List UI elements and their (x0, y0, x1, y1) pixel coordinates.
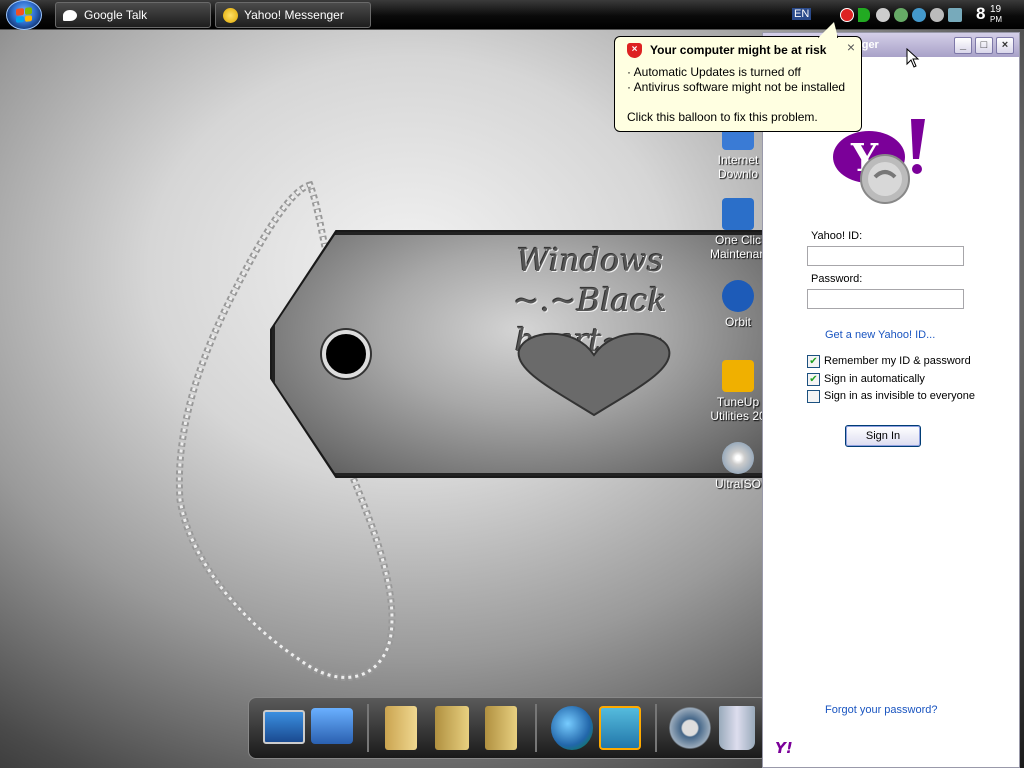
heart-icon (517, 332, 671, 417)
internet-globe-icon[interactable] (551, 706, 593, 750)
desktop-icon-label: UltraISO (714, 477, 761, 491)
invisible-label: Sign in as invisible to everyone (824, 390, 976, 402)
remember-label: Remember my ID & password (824, 355, 971, 367)
wallpaper-title-line1: Windows (516, 241, 664, 279)
desktop-icon-label: One Clic (714, 233, 761, 247)
dock (248, 697, 768, 759)
dock-separator (655, 704, 657, 752)
desktop-icon-orbit[interactable]: Orbit (708, 280, 768, 329)
desktop-icon-label: TuneUp (716, 395, 760, 409)
balloon-line: · Antivirus software might not be instal… (627, 80, 846, 94)
maximize-button[interactable]: □ (975, 37, 993, 54)
desktop-icon-ultraiso[interactable]: UltraISO (708, 442, 768, 491)
get-new-id-link[interactable]: Get a new Yahoo! ID... (825, 329, 935, 341)
my-pictures-folder-icon[interactable] (435, 706, 469, 750)
dock-separator (535, 704, 537, 752)
tag-hole (322, 330, 370, 378)
dock-separator (367, 704, 369, 752)
sign-in-button[interactable]: Sign In (845, 425, 921, 447)
desktop-icon-label: Internet (717, 153, 759, 167)
folder-icon[interactable] (385, 706, 417, 750)
balloon-title: Your computer might be at risk (650, 43, 827, 57)
ultraiso-icon (722, 442, 754, 474)
balloon-line: · Automatic Updates is turned off (627, 65, 801, 79)
minimize-button[interactable]: _ (954, 37, 972, 54)
my-music-folder-icon[interactable] (485, 706, 517, 750)
orbit-icon (722, 280, 754, 312)
close-button[interactable]: × (996, 37, 1014, 54)
password-input[interactable] (807, 289, 964, 309)
forgot-password-link[interactable]: Forgot your password? (825, 704, 938, 716)
auto-signin-checkbox[interactable]: ✔ (807, 373, 820, 386)
media-player-icon[interactable] (599, 706, 641, 750)
remember-checkbox[interactable]: ✔ (807, 355, 820, 368)
desktop-icon-tuneup-utilities[interactable]: TuneUp Utilities 20 (708, 360, 768, 423)
yahoo-id-label: Yahoo! ID: (811, 230, 863, 242)
security-balloon[interactable]: × Your computer might be at risk × · Aut… (614, 36, 862, 132)
yahoo-messenger-window: nger _ □ × Y Yahoo! ID: Password: Get a … (762, 32, 1020, 768)
desktop-icon-label: Orbit (724, 315, 751, 329)
password-label: Password: (811, 273, 863, 285)
control-panel-icon[interactable] (311, 708, 353, 744)
recycle-bin-icon[interactable] (719, 706, 755, 750)
desktop-icon-label: Maintenan (709, 247, 767, 261)
balloon-line: Click this balloon to fix this problem. (627, 110, 818, 124)
desktop-icon-one-click-maintenance[interactable]: One Clic Maintenan (708, 198, 768, 261)
tuneup-utilities-icon (722, 360, 754, 392)
shield-icon: × (627, 43, 642, 58)
invisible-checkbox[interactable] (807, 390, 820, 403)
my-computer-icon[interactable] (263, 710, 305, 744)
yahoo-id-input[interactable] (807, 246, 964, 266)
yahoo-footer-logo: Y! (775, 739, 793, 757)
auto-signin-label: Sign in automatically (824, 373, 925, 385)
desktop-icon-label: Downlo (717, 167, 759, 181)
yahoo-logo-icon: Y (833, 119, 925, 204)
desktop-icon-label: Utilities 20 (710, 409, 766, 423)
mouse-cursor-icon (906, 48, 920, 68)
one-click-maintenance-icon (722, 198, 754, 230)
settings-gear-icon[interactable] (669, 706, 711, 750)
close-icon[interactable]: × (847, 39, 855, 55)
